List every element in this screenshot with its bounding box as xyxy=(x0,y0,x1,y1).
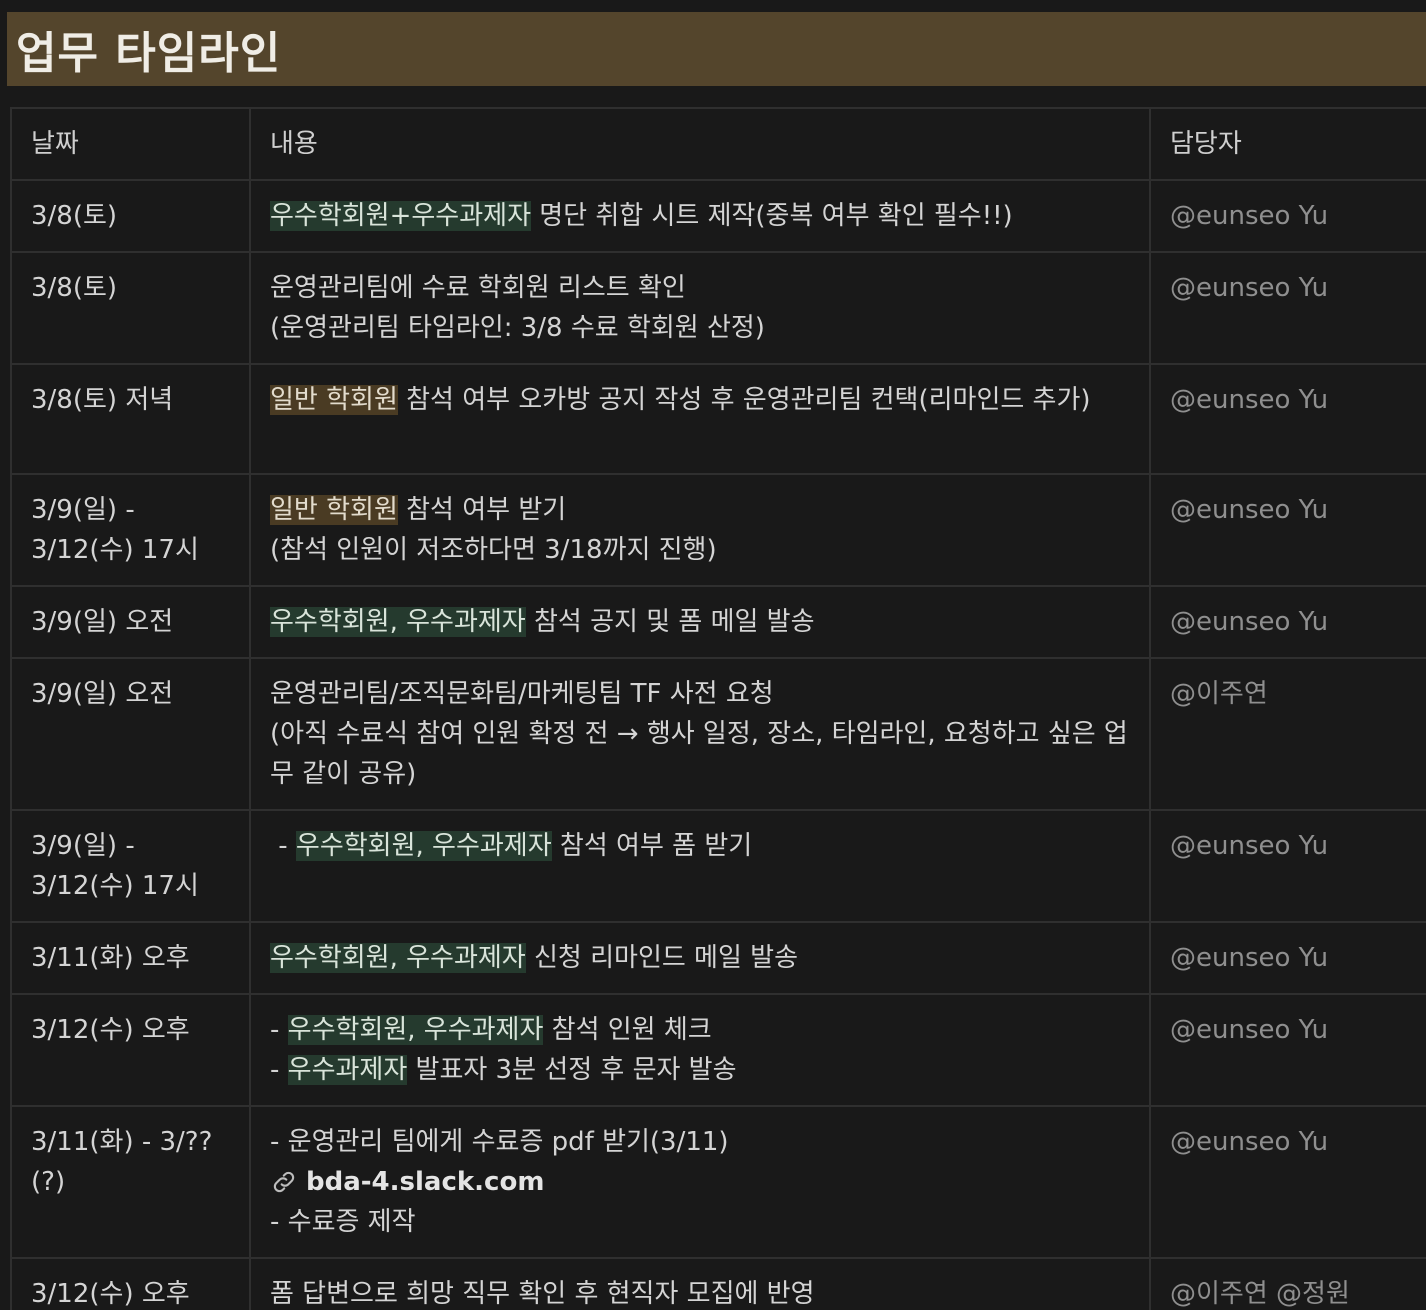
content-line: 일반 학회원 참석 여부 받기 xyxy=(270,490,1129,530)
header-date[interactable]: 날짜 xyxy=(10,107,251,181)
table-header-row: 날짜 내용 담당자 xyxy=(10,107,1426,181)
cell-date[interactable]: 3/8(토) 저녁 xyxy=(10,363,251,475)
highlight-green: 우수학회원, 우수과제자 xyxy=(295,831,552,861)
content-text: 참석 여부 오카방 공지 작성 후 운영관리팀 컨택(리마인드 추가) xyxy=(397,385,1091,415)
content-text: 폼 답변으로 희망 직무 확인 후 현직자 모집에 반영 xyxy=(270,1279,815,1309)
content-line: 우수학회원, 우수과제자 신청 리마인드 메일 발송 xyxy=(270,938,1129,978)
cell-person[interactable]: @eunseo Yu xyxy=(1149,921,1426,995)
content-line: - 우수과제자 발표자 3분 선정 후 문자 발송 xyxy=(270,1050,1129,1090)
content-line: - 운영관리 팀에게 수료증 pdf 받기(3/11) xyxy=(270,1122,1129,1162)
cell-content[interactable]: 일반 학회원 참석 여부 오카방 공지 작성 후 운영관리팀 컨택(리마인드 추… xyxy=(249,363,1151,475)
cell-content[interactable]: 우수학회원, 우수과제자 참석 공지 및 폼 메일 발송 xyxy=(249,585,1151,659)
cell-person[interactable]: @eunseo Yu xyxy=(1149,179,1426,253)
content-line: - 우수학회원, 우수과제자 참석 여부 폼 받기 xyxy=(270,826,1129,866)
cell-date[interactable]: 3/9(일) 오전 xyxy=(10,585,251,659)
content-line: 운영관리팀에 수료 학회원 리스트 확인 xyxy=(270,268,1129,308)
cell-person[interactable]: @eunseo Yu xyxy=(1149,585,1426,659)
cell-person[interactable]: @eunseo Yu xyxy=(1149,809,1426,923)
cell-content[interactable]: 우수학회원+우수과제자 명단 취합 시트 제작(중복 여부 확인 필수!!) xyxy=(249,179,1151,253)
cell-date[interactable]: 3/12(수) 오후 xyxy=(10,1257,251,1310)
table-row: 3/9(일) - 3/12(수) 17시 일반 학회원 참석 여부 받기 (참석 인… xyxy=(10,473,1426,587)
content-text: 참석 공지 및 폼 메일 발송 xyxy=(525,607,815,637)
cell-person[interactable]: @이주연 xyxy=(1149,657,1426,811)
highlight-brown: 일반 학회원 xyxy=(270,385,398,415)
cell-person[interactable]: @eunseo Yu xyxy=(1149,473,1426,587)
table-row: 3/9(일) 오전 우수학회원, 우수과제자 참석 공지 및 폼 메일 발송 @eu… xyxy=(10,585,1426,659)
cell-content[interactable]: - 우수학회원, 우수과제자 참석 여부 폼 받기 xyxy=(249,809,1151,923)
content-line: - 우수학회원, 우수과제자 참석 인원 체크 xyxy=(270,1010,1129,1050)
cell-date[interactable]: 3/9(일) 오전 xyxy=(10,657,251,811)
table-row: 3/9(일) - 3/12(수) 17시 - 우수학회원, 우수과제자 참석 여… xyxy=(10,809,1426,923)
content-text: 운영관리팀/조직문화팀/마케팅팀 TF 사전 요청 xyxy=(270,679,774,709)
cell-content[interactable]: 일반 학회원 참석 여부 받기 (참석 인원이 저조하다면 3/18까지 진행) xyxy=(249,473,1151,587)
cell-date[interactable]: 3/11(화) 오후 xyxy=(10,921,251,995)
content-text: 명단 취합 시트 제작(중복 여부 확인 필수!!) xyxy=(531,201,1013,231)
table-row: 3/11(화) 오후 우수학회원, 우수과제자 신청 리마인드 메일 발송 @eun… xyxy=(10,921,1426,995)
cell-date[interactable]: 3/12(수) 오후 xyxy=(10,993,251,1107)
content-line: 우수학회원, 우수과제자 참석 공지 및 폼 메일 발송 xyxy=(270,602,1129,642)
cell-person[interactable]: @eunseo Yu xyxy=(1149,1105,1426,1259)
content-text: 참석 여부 받기 xyxy=(397,495,567,525)
cell-date[interactable]: 3/8(토) xyxy=(10,251,251,365)
content-text: 발표자 3분 선정 후 문자 발송 xyxy=(407,1055,737,1085)
content-text: - xyxy=(270,831,296,861)
content-text: - xyxy=(270,1055,288,1085)
content-line: (참석 인원이 저조하다면 3/18까지 진행) xyxy=(270,530,1129,570)
content-line: bda-4.slack.com xyxy=(270,1162,1129,1202)
cell-content[interactable]: 우수학회원, 우수과제자 신청 리마인드 메일 발송 xyxy=(249,921,1151,995)
cell-date[interactable]: 3/8(토) xyxy=(10,179,251,253)
cell-content[interactable]: 운영관리팀에 수료 학회원 리스트 확인 (운영관리팀 타임라인: 3/8 수료 … xyxy=(249,251,1151,365)
cell-person[interactable]: @이주연 @정원 xyxy=(1149,1257,1426,1310)
content-text: (참석 인원이 저조하다면 3/18까지 진행) xyxy=(270,535,717,565)
cell-person[interactable]: @eunseo Yu xyxy=(1149,993,1426,1107)
content-line: (아직 수료식 참여 인원 확정 전 → 행사 일정, 장소, 타임라인, 요청… xyxy=(270,714,1129,794)
table-row: 3/8(토) 우수학회원+우수과제자 명단 취합 시트 제작(중복 여부 확인 필… xyxy=(10,179,1426,253)
content-line: 폼 답변으로 희망 직무 확인 후 현직자 모집에 반영 xyxy=(270,1274,1129,1310)
content-line: (운영관리팀 타임라인: 3/8 수료 학회원 산정) xyxy=(270,308,1129,348)
cell-person[interactable]: @eunseo Yu xyxy=(1149,363,1426,475)
content-text: 운영관리팀에 수료 학회원 리스트 확인 xyxy=(270,273,686,303)
highlight-green: 우수과제자 xyxy=(287,1055,408,1085)
cell-content[interactable]: 폼 답변으로 희망 직무 확인 후 현직자 모집에 반영 xyxy=(249,1257,1151,1310)
table-row: 3/12(수) 오후 폼 답변으로 희망 직무 확인 후 현직자 모집에 반영 @이… xyxy=(10,1257,1426,1310)
cell-date[interactable]: 3/9(일) - 3/12(수) 17시 xyxy=(10,473,251,587)
cell-date[interactable]: 3/9(일) - 3/12(수) 17시 xyxy=(10,809,251,923)
highlight-green: 우수학회원, 우수과제자 xyxy=(270,607,526,637)
cell-date[interactable]: 3/11(화) - 3/??(?) xyxy=(10,1105,251,1259)
cell-content[interactable]: 운영관리팀/조직문화팀/마케팅팀 TF 사전 요청 (아직 수료식 참여 인원 확… xyxy=(249,657,1151,811)
content-text: (운영관리팀 타임라인: 3/8 수료 학회원 산정) xyxy=(270,313,765,343)
table-row: 3/12(수) 오후 - 우수학회원, 우수과제자 참석 인원 체크 - 우수과제자… xyxy=(10,993,1426,1107)
content-line: 일반 학회원 참석 여부 오카방 공지 작성 후 운영관리팀 컨택(리마인드 추… xyxy=(270,380,1129,420)
content-text: - 운영관리 팀에게 수료증 pdf 받기(3/11) xyxy=(270,1127,729,1157)
slack-link[interactable]: bda-4.slack.com xyxy=(306,1162,544,1202)
table-body: 3/8(토) 우수학회원+우수과제자 명단 취합 시트 제작(중복 여부 확인 필… xyxy=(10,179,1426,1310)
content-text: 참석 인원 체크 xyxy=(543,1015,712,1045)
table-row: 3/8(토) 운영관리팀에 수료 학회원 리스트 확인 (운영관리팀 타임라인: 3… xyxy=(10,251,1426,365)
table-row: 3/9(일) 오전 운영관리팀/조직문화팀/마케팅팀 TF 사전 요청 (아직 수료… xyxy=(10,657,1426,811)
content-text: (아직 수료식 참여 인원 확정 전 → 행사 일정, 장소, 타임라인, 요청… xyxy=(270,719,1128,789)
highlight-green: 우수학회원, 우수과제자 xyxy=(287,1015,544,1045)
page-title: 업무 타임라인 xyxy=(7,12,1426,86)
content-text: - 수료증 제작 xyxy=(270,1207,416,1237)
cell-content[interactable]: - 운영관리 팀에게 수료증 pdf 받기(3/11) bda-4.slack.c… xyxy=(249,1105,1151,1259)
content-text: 참석 여부 폼 받기 xyxy=(551,831,753,861)
link-icon xyxy=(273,1171,295,1193)
header-person[interactable]: 담당자 xyxy=(1149,107,1426,181)
cell-person[interactable]: @eunseo Yu xyxy=(1149,251,1426,365)
table-row: 3/11(화) - 3/??(?) - 운영관리 팀에게 수료증 pdf 받기(3… xyxy=(10,1105,1426,1259)
timeline-table: 날짜 내용 담당자 3/8(토) 우수학회원+우수과제자 명단 취합 시트 제작(… xyxy=(10,107,1426,1310)
highlight-green: 우수학회원, 우수과제자 xyxy=(270,943,526,973)
header-content[interactable]: 내용 xyxy=(249,107,1151,181)
highlight-green: 우수학회원+우수과제자 xyxy=(270,201,531,231)
content-line: 운영관리팀/조직문화팀/마케팅팀 TF 사전 요청 xyxy=(270,674,1129,714)
content-text: - xyxy=(270,1015,288,1045)
table-row: 3/8(토) 저녁 일반 학회원 참석 여부 오카방 공지 작성 후 운영관리팀 … xyxy=(10,363,1426,475)
cell-content[interactable]: - 우수학회원, 우수과제자 참석 인원 체크 - 우수과제자 발표자 3분 선정… xyxy=(249,993,1151,1107)
content-line: - 수료증 제작 xyxy=(270,1202,1129,1242)
content-line: 우수학회원+우수과제자 명단 취합 시트 제작(중복 여부 확인 필수!!) xyxy=(270,196,1129,236)
content-text: 신청 리마인드 메일 발송 xyxy=(525,943,798,973)
highlight-brown: 일반 학회원 xyxy=(270,495,398,525)
